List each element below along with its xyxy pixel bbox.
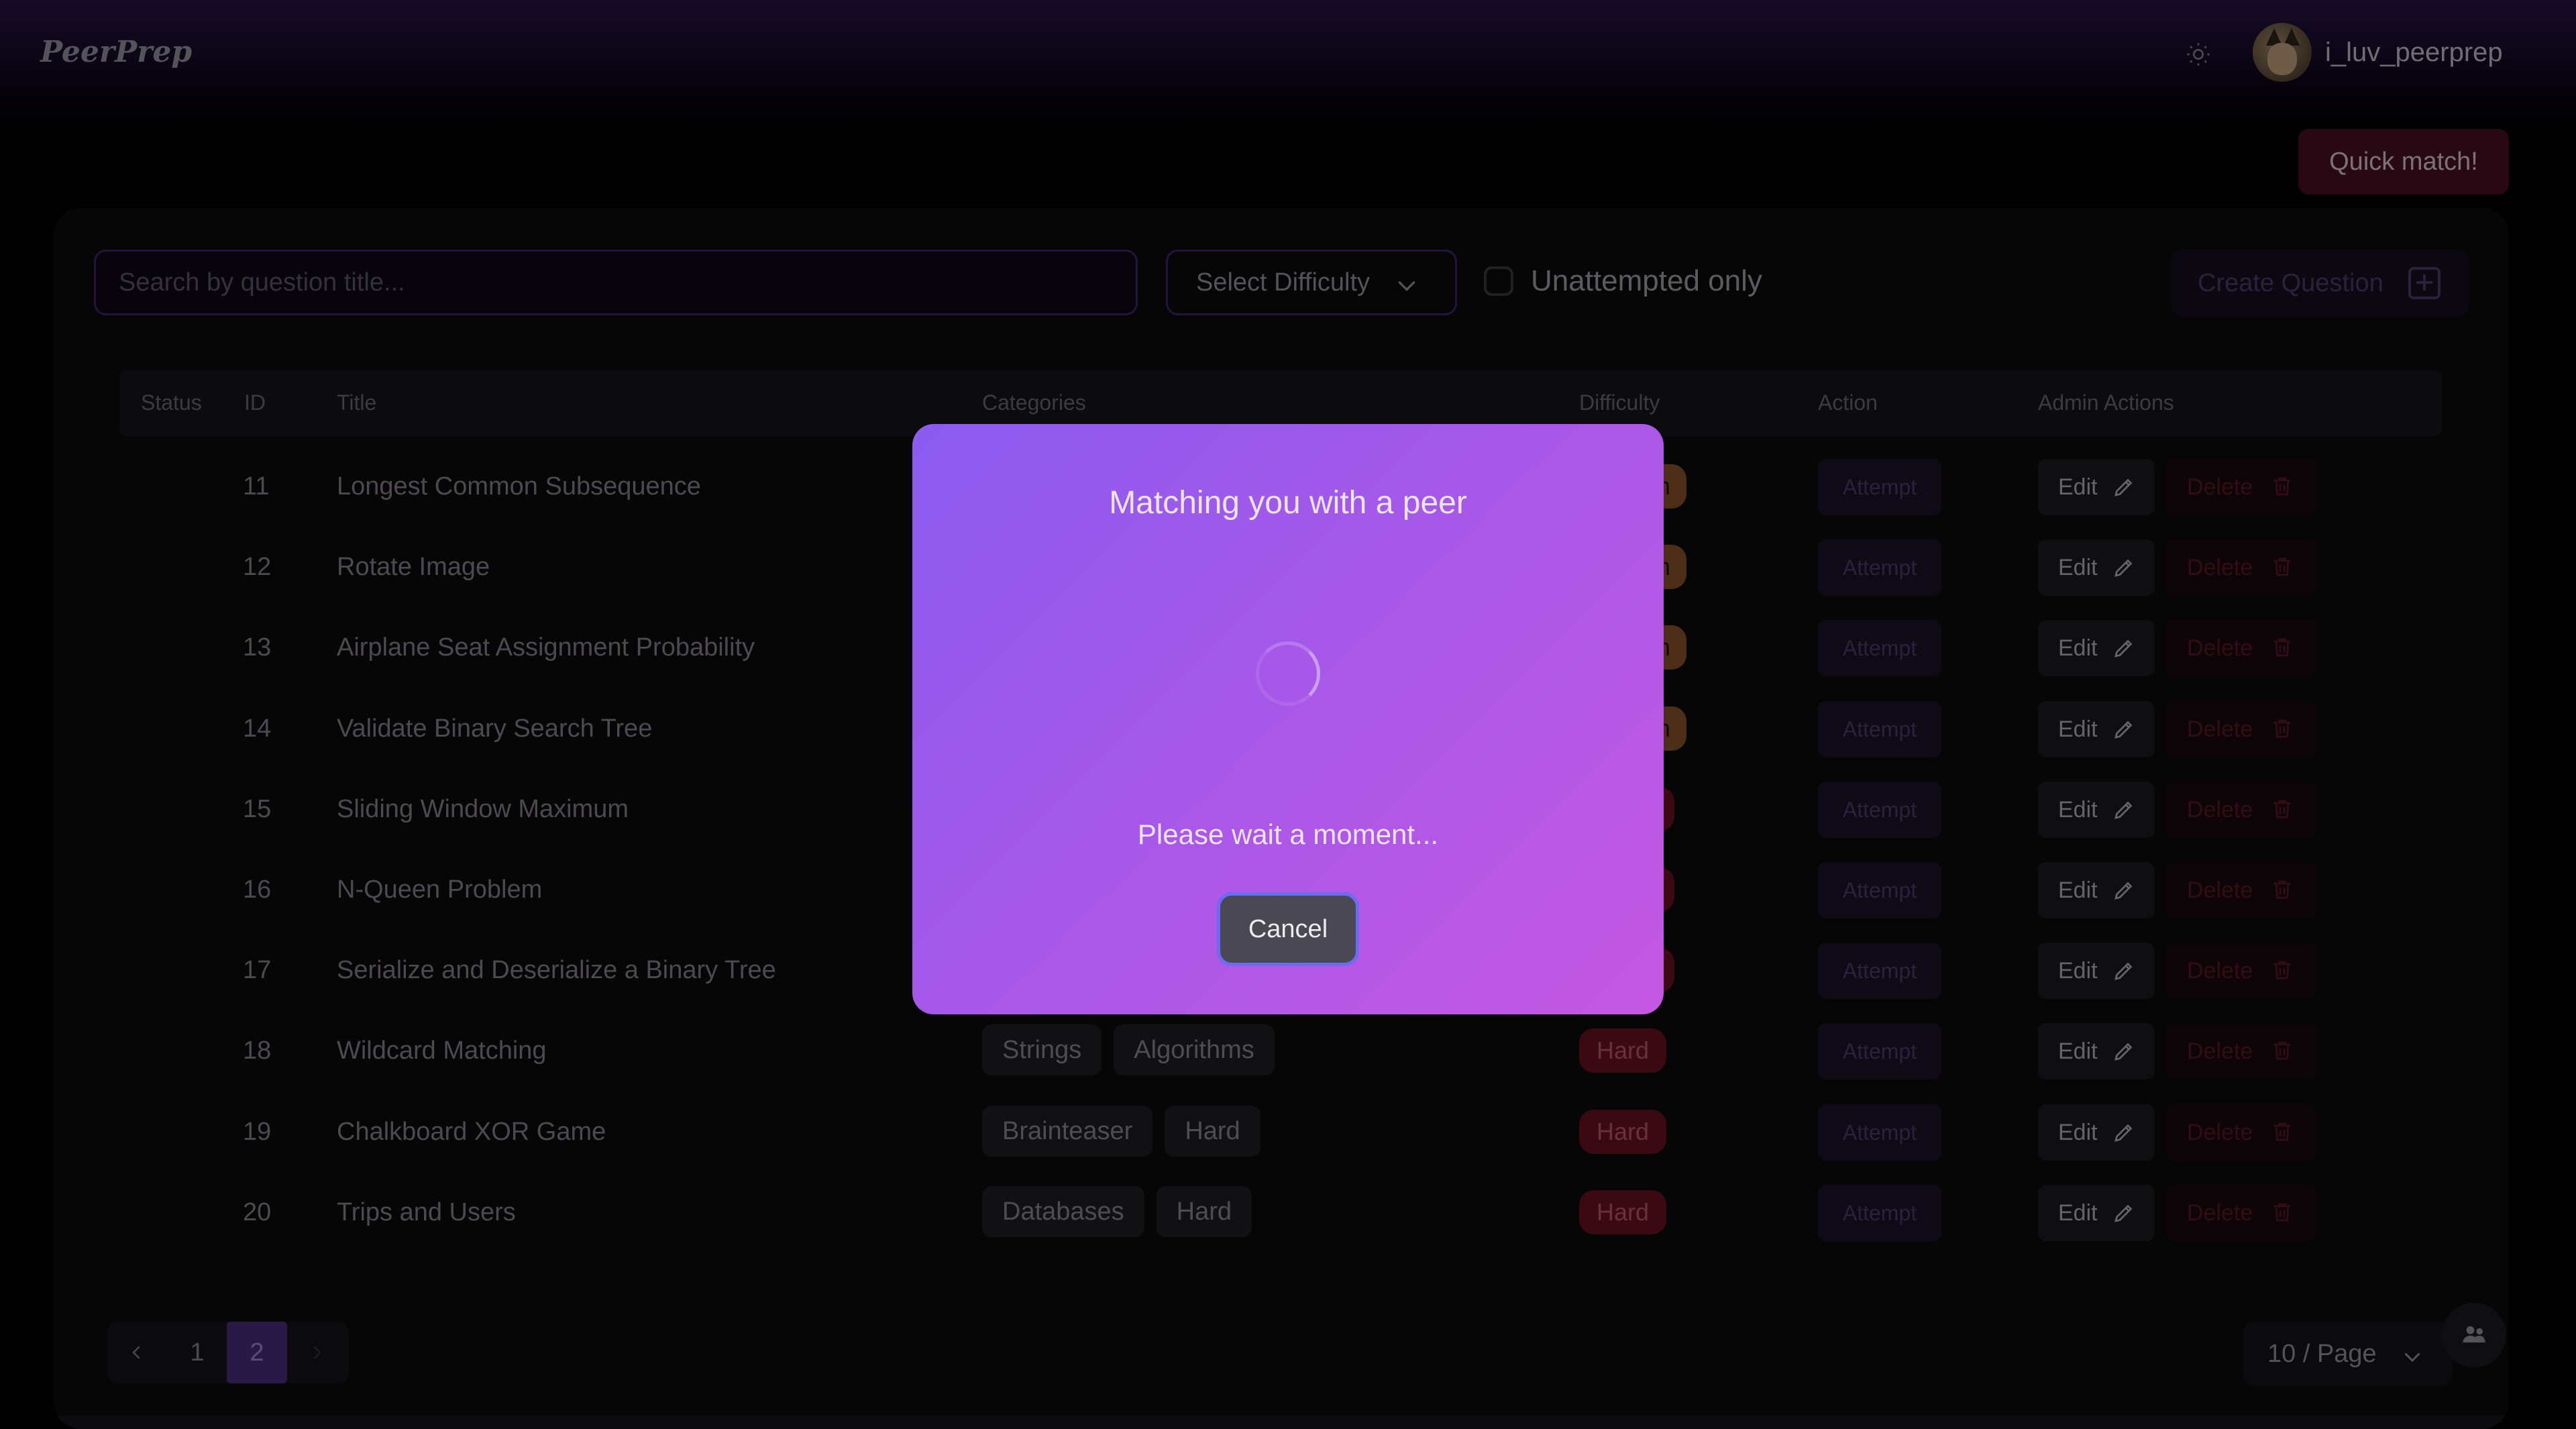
modal-message: Please wait a moment...: [1137, 818, 1439, 850]
cancel-button[interactable]: Cancel: [1217, 892, 1359, 966]
spinner-icon: [1256, 641, 1320, 706]
modal-title: Matching you with a peer: [1109, 485, 1467, 521]
matching-modal: Matching you with a peer Please wait a m…: [912, 424, 1664, 1014]
